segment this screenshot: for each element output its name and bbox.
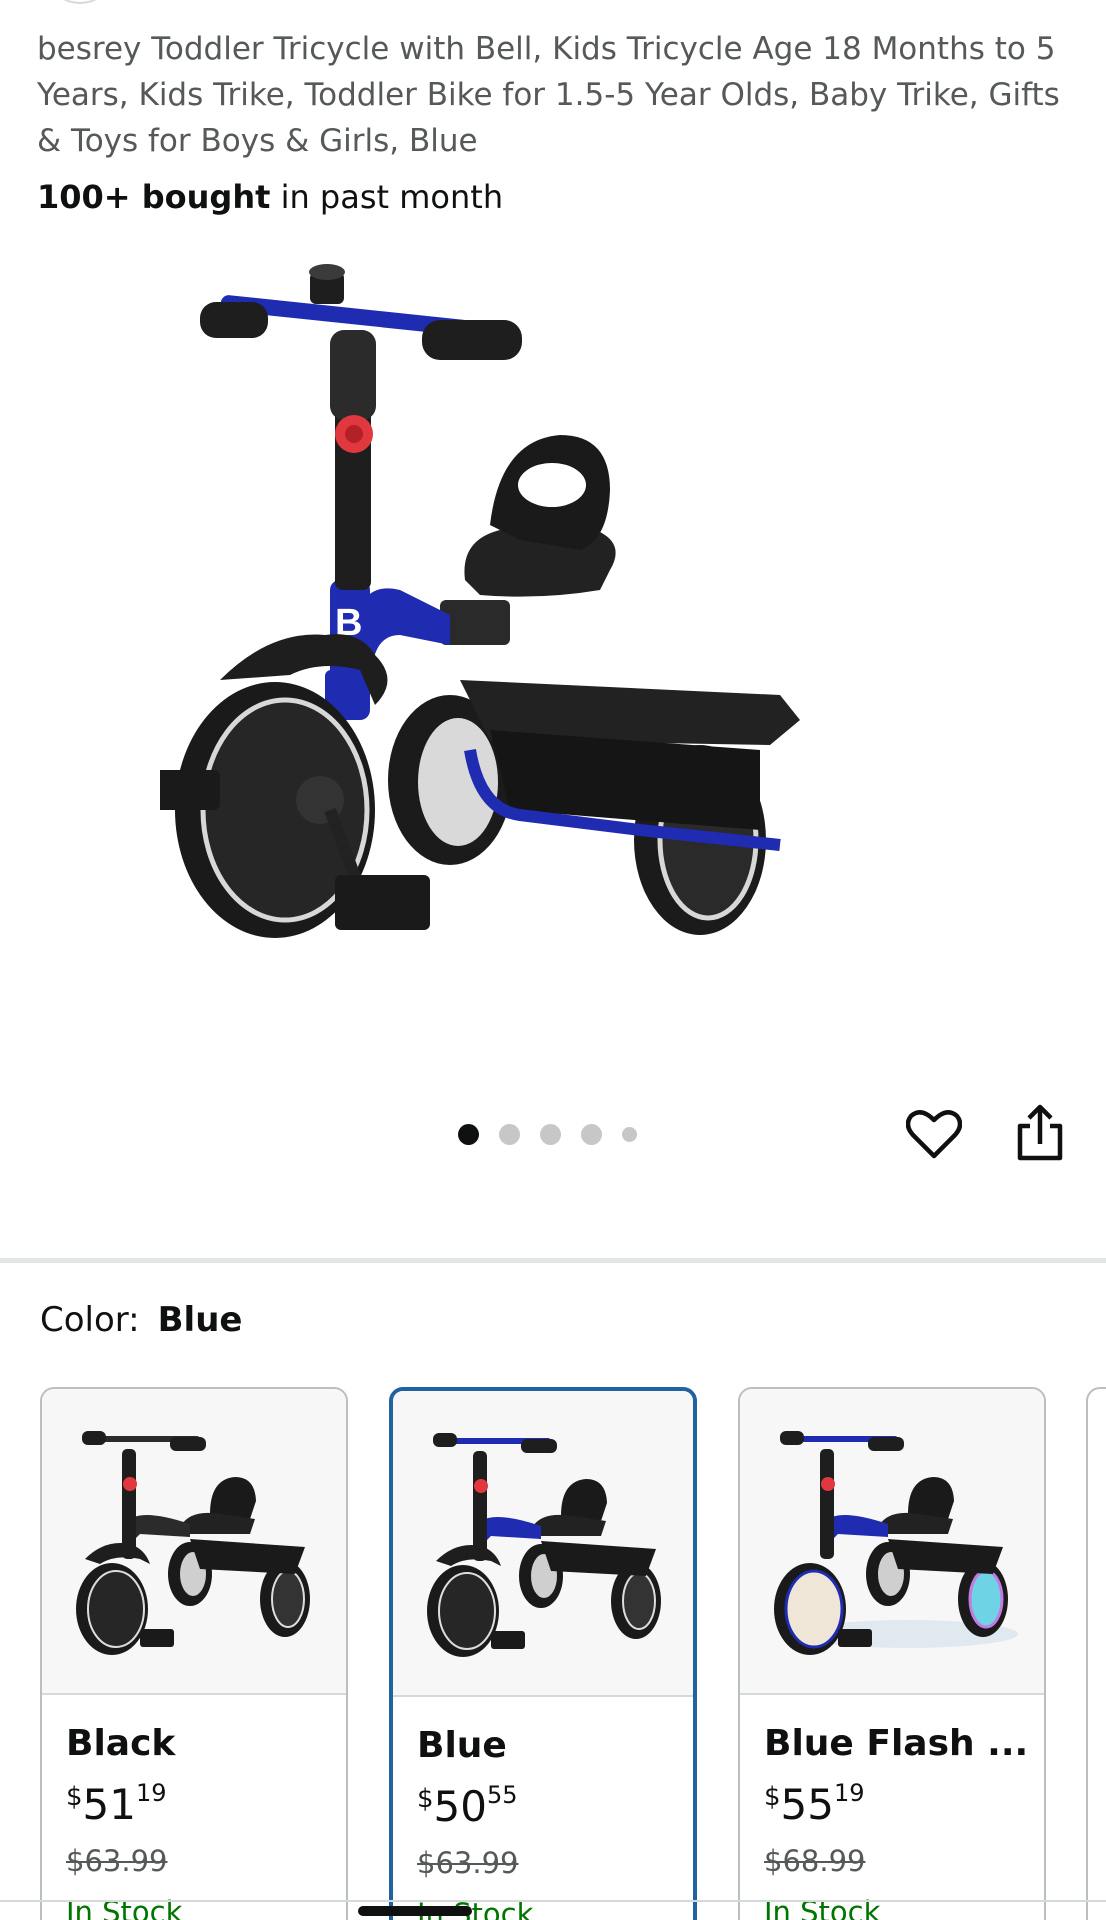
price-fraction: 19: [834, 1779, 865, 1807]
color-swatch-blue[interactable]: Blue $5055 $63.99 In Stock: [389, 1387, 697, 1920]
price-currency: $: [764, 1782, 781, 1812]
swatch-price: $5519: [764, 1779, 865, 1829]
color-label: Color:: [40, 1300, 140, 1340]
color-swatch-next-partial[interactable]: [1086, 1387, 1106, 1920]
bought-count-rest: in past month: [270, 178, 504, 216]
heart-outline-icon[interactable]: [905, 1108, 963, 1160]
swatch-list-price: $63.99: [66, 1844, 168, 1878]
home-indicator[interactable]: [358, 1906, 472, 1916]
image-pagination[interactable]: [458, 1124, 637, 1145]
bought-count-bold: 100+ bought: [37, 178, 271, 216]
swatch-image: [42, 1389, 346, 1695]
swatch-list-price: $68.99: [764, 1844, 866, 1878]
swatch-image: [393, 1391, 693, 1697]
product-main-image[interactable]: B: [145, 250, 940, 1050]
price-currency: $: [66, 1782, 83, 1812]
pagination-dot[interactable]: [499, 1124, 520, 1145]
color-selector-label: Color: Blue: [40, 1300, 242, 1340]
price-whole: 55: [780, 1780, 834, 1829]
swatch-name: Black: [66, 1723, 176, 1764]
swatch-list-price: $63.99: [417, 1846, 519, 1880]
seller-avatar: [52, 0, 108, 4]
bottom-bar-border: [0, 1900, 1106, 1902]
pagination-dot[interactable]: [581, 1124, 602, 1145]
price-whole: 50: [433, 1782, 487, 1831]
color-selected-value: Blue: [157, 1300, 243, 1340]
swatch-stock-status: In Stock: [66, 1895, 183, 1920]
price-currency: $: [417, 1784, 434, 1814]
product-title: besrey Toddler Tricycle with Bell, Kids …: [37, 31, 1060, 159]
color-swatch-blue-flash[interactable]: Blue Flash ... $5519 $68.99 In Stock: [738, 1387, 1046, 1920]
color-swatch-black[interactable]: Black $5119 $63.99 In Stock: [40, 1387, 348, 1920]
price-whole: 51: [82, 1780, 136, 1829]
price-fraction: 19: [136, 1779, 167, 1807]
swatch-price: $5055: [417, 1781, 518, 1831]
swatch-name: Blue Flash ...: [764, 1723, 1029, 1764]
swatch-price: $5119: [66, 1779, 167, 1829]
section-divider: [0, 1258, 1106, 1263]
pagination-dot-active[interactable]: [458, 1124, 479, 1145]
swatch-image: [740, 1389, 1044, 1695]
bought-count: 100+ bought in past month: [37, 178, 503, 216]
price-fraction: 55: [487, 1781, 518, 1809]
swatch-name: Blue: [417, 1725, 507, 1766]
share-icon[interactable]: [1010, 1104, 1070, 1164]
pagination-dot[interactable]: [540, 1124, 561, 1145]
pagination-dot[interactable]: [622, 1127, 637, 1142]
swatch-stock-status: In Stock: [764, 1895, 881, 1920]
